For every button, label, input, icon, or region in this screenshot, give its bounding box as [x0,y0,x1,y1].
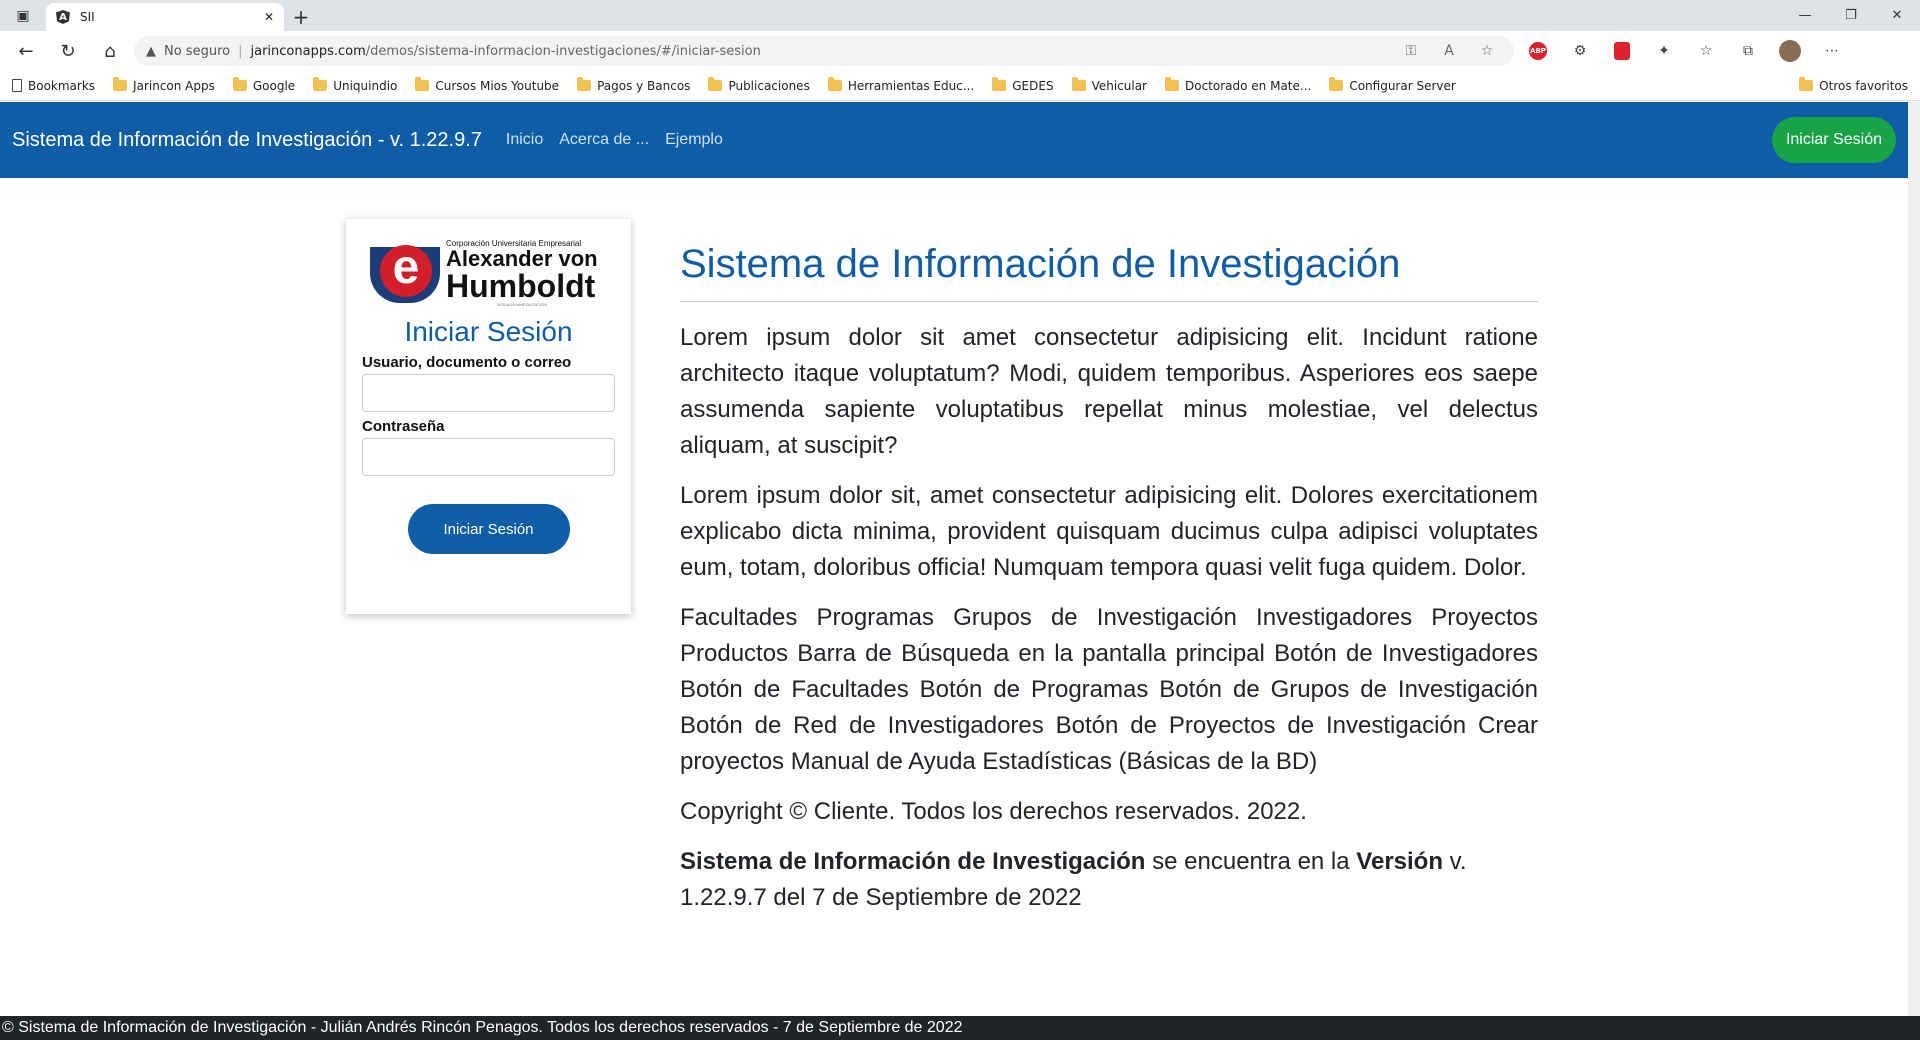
extension-red-icon[interactable] [1604,35,1640,67]
folder-icon [992,77,1007,91]
login-card: e Corporación Universitaria Empresarial … [346,219,631,614]
folder-icon [1071,77,1086,91]
close-tab-icon[interactable]: ✕ [264,10,274,24]
bookmarks-bar: Bookmarks Jarincon Apps Google Uniquindi… [0,71,1920,101]
page-icon [12,79,22,92]
navbar-brand[interactable]: Sistema de Información de Investigación … [12,129,482,152]
tab-actions-icon[interactable]: ▣ [0,0,46,31]
address-bar[interactable]: ▲ No seguro | jarinconapps.com/demos/sis… [134,36,1514,66]
copyright-text: Copyright © Cliente. Todos los derechos … [680,798,1307,825]
login-submit-button[interactable]: Iniciar Sesión [407,504,570,554]
folder-icon [827,77,842,91]
browser-tab-bar: ▣ A SII ✕ + — ❐ ✕ [0,0,1920,31]
folder-icon [708,77,723,91]
bookmark-item[interactable]: Cursos Mios Youtube [415,77,559,93]
bookmark-item[interactable]: Jarincon Apps [113,77,215,93]
nav-link-ejemplo[interactable]: Ejemplo [665,131,723,149]
nav-link-acerca[interactable]: Acerca de ... [559,131,649,149]
version-system-name: Sistema de Información de Investigación [680,848,1146,875]
university-logo: e Corporación Universitaria Empresarial … [370,235,615,310]
bookmark-item[interactable]: Herramientas Educ... [827,77,974,93]
home-icon[interactable]: ⌂ [92,35,128,67]
folder-icon [1799,77,1814,91]
user-input[interactable] [362,374,615,412]
folder-icon [577,77,592,91]
collections-icon[interactable]: ⧉ [1730,35,1766,67]
address-bar-row: ← ↻ ⌂ ▲ No seguro | jarinconapps.com/dem… [0,31,1920,71]
bookmark-item[interactable]: Bookmarks [12,79,95,93]
app-navbar: Sistema de Información de Investigación … [0,102,1908,178]
security-label[interactable]: No seguro [164,44,230,59]
extension-gear-icon[interactable]: ⚙ [1562,35,1598,67]
bookmark-item[interactable]: Vehicular [1071,77,1147,93]
nav-link-inicio[interactable]: Inicio [506,131,543,149]
page-title: Sistema de Información de Investigación [680,242,1538,302]
extensions-toolbar: ABP ⚙ ✦ ☆ ⧉ ⋯ [1520,35,1850,67]
restore-icon[interactable]: ❐ [1828,0,1874,31]
url-text[interactable]: jarinconapps.com/demos/sistema-informaci… [250,44,760,59]
login-title: Iniciar Sesión [404,316,573,347]
bookmark-item[interactable]: Pagos y Bancos [577,77,690,93]
minimize-icon[interactable]: — [1782,0,1828,31]
page-footer: © Sistema de Información de Investigació… [0,1016,1920,1040]
separator: | [238,43,243,59]
folder-icon [113,77,128,91]
navbar-login-button[interactable]: Iniciar Sesión [1771,117,1896,163]
user-field-label: Usuario, documento o correo [362,354,572,371]
logo-mark-icon: e [370,243,440,303]
bookmark-item[interactable]: Google [232,77,295,93]
reload-icon[interactable]: ↻ [50,35,86,67]
bookmark-item[interactable]: GEDES [992,77,1054,93]
more-menu-icon[interactable]: ⋯ [1814,35,1850,67]
new-tab-button[interactable]: + [284,3,318,31]
close-window-icon[interactable]: ✕ [1874,0,1920,31]
folder-icon [415,77,430,91]
add-favorite-icon[interactable]: ☆ [1472,43,1502,59]
adblock-icon[interactable]: ABP [1520,35,1556,67]
back-icon[interactable]: ← [8,35,44,67]
extensions-puzzle-icon[interactable]: ✦ [1646,35,1682,67]
tab-title: SII [80,10,95,24]
warning-icon: ▲ [146,43,156,59]
logo-text: Corporación Universitaria Empresarial Al… [446,238,598,307]
bookmark-item[interactable]: Configurar Server [1329,77,1456,93]
other-bookmarks[interactable]: Otros favoritos [1799,77,1908,93]
url-host: jarinconapps.com [250,43,366,59]
bookmark-item[interactable]: Publicaciones [708,77,810,93]
angular-favicon-icon: A [56,10,70,24]
profile-avatar[interactable] [1772,35,1808,67]
read-aloud-icon[interactable]: A [1434,43,1464,59]
main-content: Sistema de Información de Investigación … [680,242,1538,916]
folder-icon [313,77,328,91]
url-path: /demos/sistema-informacion-investigacion… [365,43,761,59]
intro-paragraph-1: Lorem ipsum dolor sit amet consectetur a… [680,324,1538,459]
bookmark-item[interactable]: Uniquindio [313,77,397,93]
folder-icon [1165,77,1179,91]
features-paragraph: Facultades Programas Grupos de Investiga… [680,604,1538,775]
password-input[interactable] [362,438,615,476]
version-info: Sistema de Información de Investigación … [680,844,1538,916]
folder-icon [1329,77,1344,91]
folder-icon [232,77,247,91]
version-mid-text: se encuentra en la [1145,848,1357,875]
window-controls: — ❐ ✕ [1782,0,1920,31]
version-word: Versión [1356,848,1443,875]
browser-tab[interactable]: A SII ✕ [46,3,284,31]
key-icon[interactable]: ⚿ [1396,43,1426,59]
password-field-label: Contraseña [362,418,445,435]
intro-paragraph-2: Lorem ipsum dolor sit, amet consectetur … [680,482,1538,581]
bookmark-item[interactable]: Doctorado en Mate... [1165,77,1311,93]
page-scrollbar[interactable] [1908,102,1920,1016]
favorites-icon[interactable]: ☆ [1688,35,1724,67]
